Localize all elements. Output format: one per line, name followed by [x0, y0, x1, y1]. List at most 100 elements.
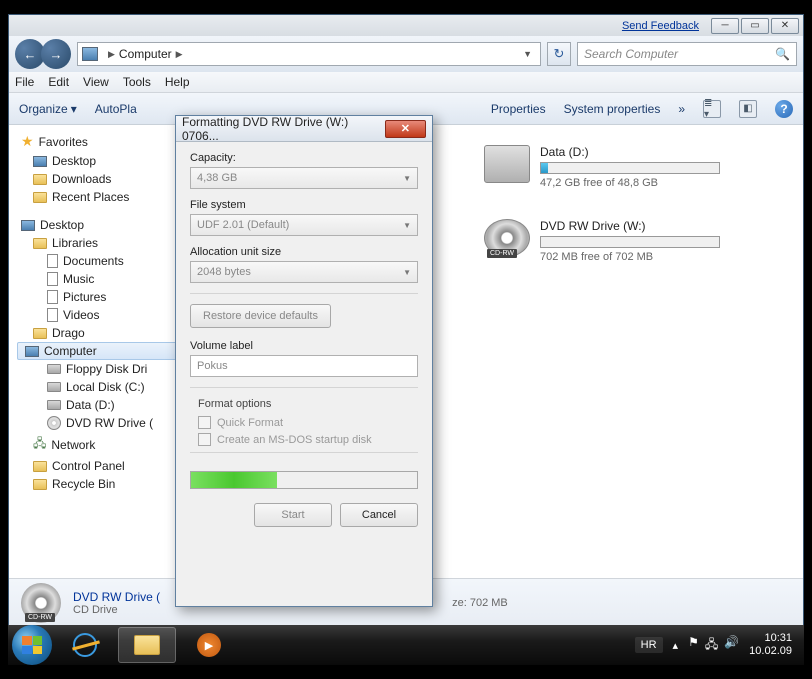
drive-card-data[interactable]: Data (D:) 47,2 GB free of 48,8 GB: [484, 145, 783, 189]
menu-help[interactable]: Help: [165, 75, 190, 89]
search-input[interactable]: Search Computer 🔍: [577, 42, 797, 66]
volume-icon[interactable]: 🔊: [724, 635, 739, 656]
forward-button[interactable]: →: [41, 39, 71, 69]
dialog-titlebar[interactable]: Formatting DVD RW Drive (W:) 0706... ✕: [176, 116, 432, 142]
sidebar-item-documents[interactable]: Documents: [13, 252, 183, 270]
chevron-down-icon: ▾: [71, 102, 77, 116]
start-button[interactable]: Start: [254, 503, 332, 527]
disc-badge: CD-RW: [487, 249, 517, 258]
start-button[interactable]: [12, 625, 52, 665]
taskbar-app-explorer[interactable]: [118, 627, 176, 663]
network-icon: 🖧: [33, 434, 46, 455]
help-icon[interactable]: ?: [775, 100, 793, 118]
view-mode-button[interactable]: ≣ ▾: [703, 100, 721, 118]
cancel-button[interactable]: Cancel: [340, 503, 418, 527]
sidebar-item-recent[interactable]: Recent Places: [13, 188, 183, 206]
clock-date: 10.02.09: [749, 645, 792, 658]
desktop-icon: [33, 156, 47, 167]
sidebar-item-dvdrw[interactable]: DVD RW Drive (: [13, 414, 183, 432]
restore-defaults-button[interactable]: Restore device defaults: [190, 304, 331, 328]
preview-pane-button[interactable]: ◧: [739, 100, 757, 118]
allocation-select[interactable]: 2048 bytes▼: [190, 261, 418, 283]
clock[interactable]: 10:31 10.02.09: [749, 632, 792, 658]
pictures-icon: [47, 290, 58, 304]
windows-logo-icon: [22, 636, 42, 654]
action-center-icon[interactable]: ⚑: [688, 635, 699, 656]
sidebar-item-desktop[interactable]: Desktop: [13, 152, 183, 170]
sidebar-item-cpanel[interactable]: Control Panel: [13, 457, 183, 475]
sidebar-desktop-root[interactable]: Desktop: [13, 216, 183, 234]
minimize-button[interactable]: ─: [711, 18, 739, 34]
breadcrumb-item[interactable]: Computer: [119, 47, 172, 61]
sidebar-item-computer[interactable]: Computer: [17, 342, 179, 360]
drive-card-dvd[interactable]: CD-RW DVD RW Drive (W:) 702 MB free of 7…: [484, 219, 783, 263]
drive-icon: [47, 400, 61, 410]
drive-icon: [47, 382, 61, 392]
sidebar-item-floppy[interactable]: Floppy Disk Dri: [13, 360, 183, 378]
format-progress-bar: [190, 471, 418, 489]
sidebar-item-pictures[interactable]: Pictures: [13, 288, 183, 306]
breadcrumb[interactable]: ▶ Computer ▶ ▼: [77, 42, 541, 66]
menu-tools[interactable]: Tools: [123, 75, 151, 89]
checkbox-icon: [198, 416, 211, 429]
taskbar: ▶ HR ▴ ⚑ 🖧 🔊 10:31 10.02.09: [8, 625, 804, 665]
floppy-icon: [47, 364, 61, 374]
msdos-disk-checkbox[interactable]: Create an MS-DOS startup disk: [198, 433, 418, 446]
menu-bar: File Edit View Tools Help: [9, 72, 803, 93]
taskbar-app-wmp[interactable]: ▶: [180, 627, 238, 663]
system-properties-button[interactable]: System properties: [564, 102, 661, 116]
filesystem-select[interactable]: UDF 2.01 (Default)▼: [190, 214, 418, 236]
menu-edit[interactable]: Edit: [48, 75, 69, 89]
refresh-button[interactable]: ↻: [547, 42, 571, 66]
sidebar: ★Favorites Desktop Downloads Recent Plac…: [9, 125, 184, 578]
nav-bar: ← → ▶ Computer ▶ ▼ ↻ Search Computer 🔍: [9, 36, 803, 72]
close-button[interactable]: ✕: [771, 18, 799, 34]
language-indicator[interactable]: HR: [635, 637, 663, 653]
properties-button[interactable]: Properties: [491, 102, 546, 116]
music-icon: [47, 272, 58, 286]
dialog-close-button[interactable]: ✕: [385, 120, 426, 138]
network-tray-icon[interactable]: 🖧: [705, 635, 718, 656]
sidebar-favorites[interactable]: ★Favorites: [13, 131, 183, 152]
drive-name: DVD RW Drive (W:): [540, 219, 720, 233]
drive-stat: 702 MB free of 702 MB: [540, 251, 720, 263]
maximize-button[interactable]: ▭: [741, 18, 769, 34]
autoplay-button[interactable]: AutoPla: [95, 102, 137, 116]
chevron-down-icon[interactable]: ▼: [523, 49, 532, 59]
sidebar-item-libraries[interactable]: Libraries: [13, 234, 183, 252]
wmp-icon: ▶: [197, 633, 221, 657]
taskbar-app-ie[interactable]: [56, 627, 114, 663]
hdd-icon: [484, 145, 530, 183]
sidebar-item-music[interactable]: Music: [13, 270, 183, 288]
disc-badge: CD-RW: [25, 613, 55, 622]
send-feedback-link[interactable]: Send Feedback: [622, 20, 699, 32]
details-type: CD Drive: [73, 604, 160, 616]
toolbar-more[interactable]: »: [678, 102, 685, 116]
details-name: DVD RW Drive (: [73, 590, 160, 604]
storage-bar: [540, 236, 720, 248]
sidebar-item-drago[interactable]: Drago: [13, 324, 183, 342]
sidebar-item-network[interactable]: 🖧Network: [13, 432, 183, 457]
capacity-select[interactable]: 4,38 GB▼: [190, 167, 418, 189]
quick-format-checkbox[interactable]: Quick Format: [198, 416, 418, 429]
user-folder-icon: [33, 328, 47, 339]
chevron-right-icon: ▶: [108, 49, 115, 60]
chevron-down-icon: ▼: [403, 268, 411, 277]
sidebar-item-recycle[interactable]: Recycle Bin: [13, 475, 183, 493]
format-dialog: Formatting DVD RW Drive (W:) 0706... ✕ C…: [175, 115, 433, 607]
folder-icon: [33, 192, 47, 203]
chevron-down-icon: ▼: [403, 174, 411, 183]
menu-view[interactable]: View: [83, 75, 109, 89]
sidebar-item-downloads[interactable]: Downloads: [13, 170, 183, 188]
window-titlebar: Send Feedback ─ ▭ ✕: [9, 15, 803, 36]
disc-icon: CD-RW: [484, 219, 530, 257]
sidebar-item-localc[interactable]: Local Disk (C:): [13, 378, 183, 396]
sidebar-item-datad[interactable]: Data (D:): [13, 396, 183, 414]
volume-label-input[interactable]: Pokus: [190, 355, 418, 377]
chevron-down-icon: ▼: [403, 221, 411, 230]
organize-button[interactable]: Organize ▾: [19, 102, 77, 116]
menu-file[interactable]: File: [15, 75, 34, 89]
sidebar-item-videos[interactable]: Videos: [13, 306, 183, 324]
tray-chevron-icon[interactable]: ▴: [673, 639, 679, 652]
computer-icon: [82, 47, 98, 61]
